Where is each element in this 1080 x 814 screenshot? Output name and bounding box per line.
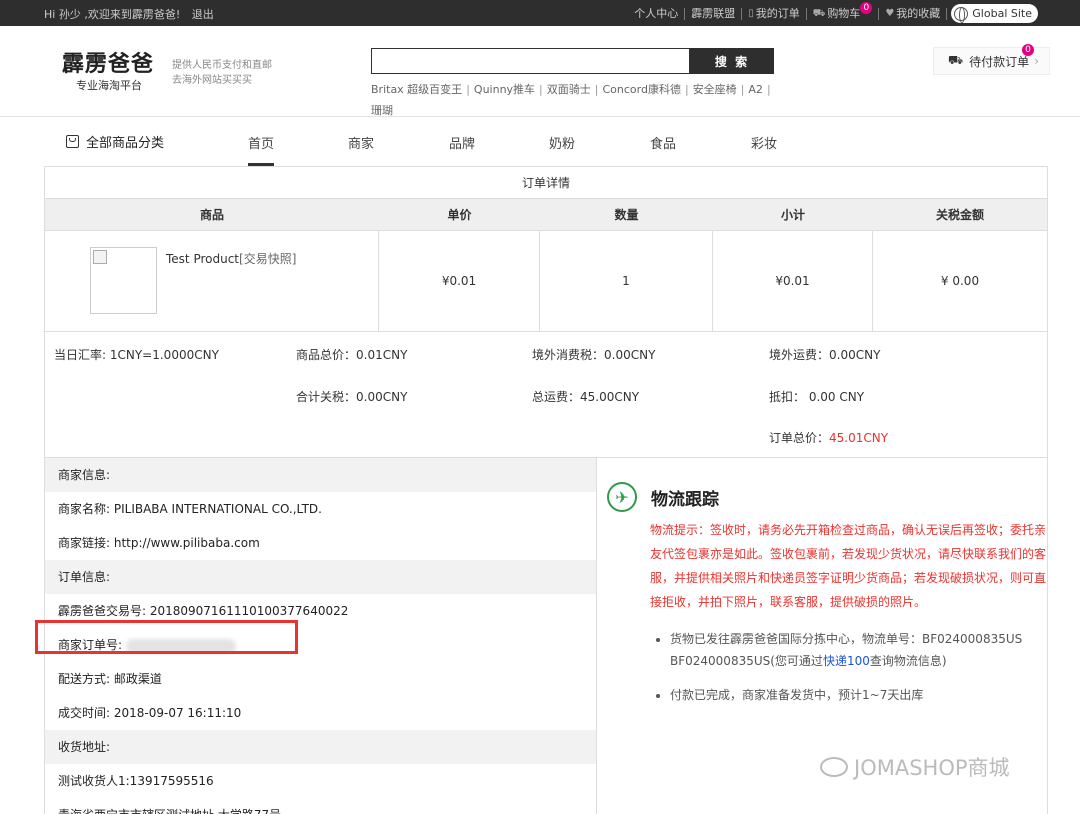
hotword-link[interactable]: Britax 超级百变王 [371, 83, 462, 96]
table-header: 商品 单价 数量 小计 关税金额 [45, 199, 1047, 231]
logistics-tip: 物流提示：签收时，请务必先开箱检查过商品，确认无误后再签收；委托亲友代签包裹亦是… [650, 523, 1047, 609]
consumption-tax: 境外消费税：0.00CNY [532, 348, 656, 362]
alliance-link[interactable]: 霹雳联盟 [685, 7, 743, 20]
cart-icon: ⛟ [812, 7, 826, 19]
table-row: Test Product[交易快照] ¥0.01 1 ¥0.01 ¥ 0.00 [45, 231, 1047, 332]
cart-link[interactable]: ⛟ 购物车 0 [807, 1, 880, 20]
order-info-head: 订单信息: [45, 560, 596, 594]
tariff-amount: ¥ 0.00 [940, 274, 980, 288]
highlight-box [35, 620, 298, 654]
subtotal: ¥0.01 [713, 231, 873, 331]
tab-food[interactable]: 食品 [650, 133, 676, 152]
column-header: 商品 [199, 208, 224, 222]
hotword-link[interactable]: A2 [748, 83, 763, 96]
cart-count-badge: 0 [860, 1, 873, 14]
chevron-right-icon: › [1034, 54, 1039, 68]
hotword-link[interactable]: 双面骑士 [547, 83, 591, 96]
goods-total: 商品总价：0.01CNY [296, 348, 408, 362]
list-item: 付款已完成，商家准备发货中，预计1~7天出库 [670, 684, 1050, 706]
column-header: 关税金额 [935, 208, 984, 222]
nav-divider [0, 116, 1080, 117]
logistics-events: 货物已发往霹雳爸爸国际分拣中心，物流单号：BF024000835US BF024… [670, 628, 1050, 706]
tab-merchants[interactable]: 商家 [348, 133, 374, 152]
overseas-shipping: 境外运费：0.00CNY [769, 348, 881, 362]
column-header: 小计 [780, 208, 805, 222]
heart-icon: ♥ [885, 7, 895, 19]
cart-icon: ⛟ [948, 53, 964, 67]
tab-milk-powder[interactable]: 奶粉 [549, 133, 575, 152]
hot-keywords: Britax 超级百变王 | Quinny推车 | 双面骑士 | Concord康科德 | 安全… [371, 83, 771, 117]
watermark: JOMASHOP商城 [820, 752, 1010, 782]
delivery-method: 配送方式: 邮政渠道 [58, 672, 162, 686]
snapshot-link[interactable]: [交易快照] [239, 252, 296, 266]
document-icon: ▯ [748, 7, 754, 19]
deal-time: 成交时间: 2018-09-07 16:11:10 [58, 706, 242, 720]
total-tariff: 合计关税：0.00CNY [296, 390, 408, 404]
tab-cosmetics[interactable]: 彩妆 [751, 133, 777, 152]
quantity: 1 [540, 231, 713, 331]
pending-orders-button[interactable]: ⛟ 待付款订单 0 › [933, 44, 1050, 75]
main-nav: 全部商品分类 首页 商家 品牌 奶粉 食品 彩妆 [0, 131, 1080, 167]
top-bar: Hi 孙少 ,欢迎来到霹雳爸爸! 退出 个人中心 霹雳联盟 ▯ 我的订单 ⛟ 购物车… [0, 0, 1080, 26]
order-detail-panel: 订单详情 商品 单价 数量 小计 关税金额 Test Product[交易快照]… [35, 166, 1048, 814]
order-total: 订单总价：45.01CNY [769, 431, 889, 445]
product-image[interactable] [90, 247, 157, 314]
merchant-link[interactable]: 商家链接: http://www.pilibaba.com [45, 526, 596, 560]
kuaidi100-link[interactable]: 快递100 [823, 654, 870, 668]
search-bar: 搜 索 [371, 48, 774, 74]
order-info-panel: 商家信息: 商家名称: PILIBABA INTERNATIONAL CO.,L… [35, 458, 597, 814]
address-head: 收货地址: [45, 730, 596, 764]
address: 青海省西宁市市辖区测试地址 大学路77号 [45, 798, 596, 814]
product-name-link[interactable]: Test Product [166, 252, 239, 266]
merchant-name: 商家名称: PILIBABA INTERNATIONAL CO.,LTD. [58, 502, 322, 516]
search-button[interactable]: 搜 索 [690, 48, 774, 74]
tab-brands[interactable]: 品牌 [449, 133, 475, 152]
order-summary: 当日汇率: 1CNY=1.0000CNY 商品总价：0.01CNY 境外消费税：… [45, 332, 1047, 458]
exchange-rate: 当日汇率: 1CNY=1.0000CNY [54, 348, 219, 362]
global-site-button[interactable]: Global Site [951, 4, 1038, 23]
all-categories-menu[interactable]: 全部商品分类 [66, 132, 164, 151]
total-shipping: 总运费：45.00CNY [532, 390, 640, 404]
pending-count-badge: 0 [1022, 44, 1034, 56]
list-item: 货物已发往霹雳爸爸国际分拣中心，物流单号：BF024000835US BF024… [670, 628, 1050, 672]
my-orders-link[interactable]: ▯ 我的订单 [742, 7, 807, 20]
hotword-link[interactable]: 安全座椅 [693, 83, 737, 96]
tab-home[interactable]: 首页 [248, 133, 275, 166]
merchant-info-head: 商家信息: [45, 458, 596, 492]
user-center-link[interactable]: 个人中心 [628, 7, 686, 20]
logistics-panel: ✈ 物流跟踪 物流提示：签收时，请务必先开箱检查过商品，确认无误后再签收；委托亲友… [607, 482, 1047, 718]
hotword-link[interactable]: Quinny推车 [474, 83, 535, 96]
product-cell: Test Product[交易快照] [45, 231, 379, 331]
shopping-bag-icon [66, 135, 79, 148]
site-logo[interactable]: 霹雳爸爸 专业海淘平台 [62, 52, 162, 93]
airplane-icon: ✈ [607, 482, 637, 512]
wechat-icon [820, 757, 848, 777]
order-title: 订单详情 [45, 167, 1047, 199]
slogan: 提供人民币支付和直邮 去海外网站买买买 [172, 60, 272, 86]
globe-icon [954, 6, 969, 23]
logistics-title: 物流跟踪 [651, 489, 719, 510]
hotword-link[interactable]: Concord康科德 [602, 83, 680, 96]
search-input[interactable] [371, 48, 690, 74]
greeting-text: Hi 孙少 ,欢迎来到霹雳爸爸! [44, 8, 181, 21]
unit-price: ¥0.01 [379, 231, 540, 331]
logout-link[interactable]: 退出 [192, 8, 214, 21]
column-header: 单价 [447, 208, 472, 222]
receiver: 测试收货人1:13917595516 [58, 774, 214, 788]
deduction: 抵扣： 0.00 CNY [769, 390, 865, 404]
column-header: 数量 [614, 208, 639, 222]
favorites-link[interactable]: ♥ 我的收藏 [879, 7, 948, 20]
